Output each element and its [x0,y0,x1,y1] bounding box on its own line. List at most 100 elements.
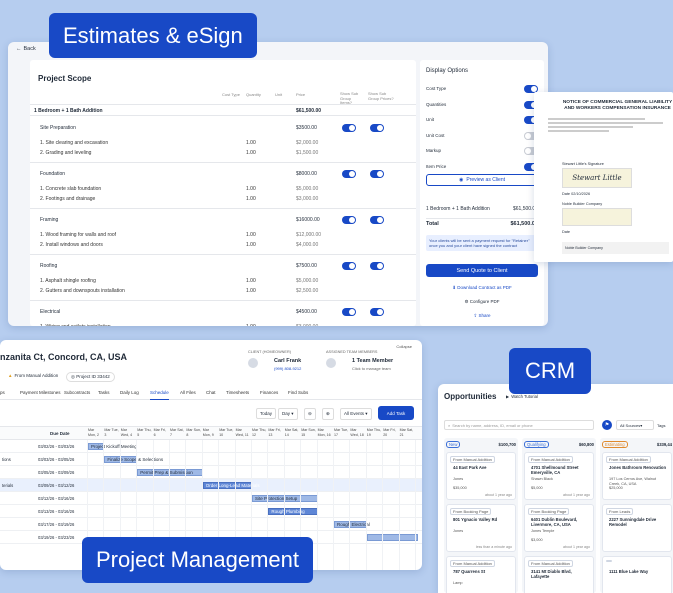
scope-item-row[interactable]: 2. Grading and leveling 1.00 $1,500.00 [30,150,416,159]
scope-group-row[interactable]: Electrical $4500.00 [30,306,416,318]
gantt-bar[interactable]: Project Kickoff Meeting [88,443,137,450]
document-title: NOTICE OF COMMERCIAL GENERAL LIABILITY A… [562,100,673,111]
events-select[interactable]: All Events ▾ [340,408,372,420]
gantt-row[interactable]: tions 03/03/26 - 03/05/26 Finalize Scope &… [0,453,422,466]
add-task-button[interactable]: Add Task [378,406,414,420]
preview-button[interactable]: ◉ Preview as Client [426,174,538,186]
tab-tasks[interactable]: Tasks [98,390,110,400]
show-prices-toggle[interactable] [370,170,384,178]
tab-subcontracts[interactable]: Subcontracts [64,390,90,400]
gantt-date-label: Mar Wed, 11 [235,428,249,437]
estimate-window: ← Back Project Scope Cost Type Quantity U… [8,42,548,326]
gantt-bar[interactable]: Order Long-Lead Materials [202,482,260,489]
display-options-title: Display Options [426,68,469,74]
opportunity-card[interactable]: From Manual Addition 3141 Mt Diablo Blvd,… [524,556,594,593]
item-name: 1. Site clearing and excavation [40,140,109,146]
gantt-bar[interactable] [366,534,418,541]
show-prices-toggle[interactable] [370,308,384,316]
share-link[interactable]: ⇪ Share [420,313,544,319]
opportunity-card[interactable]: From Manual Addition 787 Quarrens St Lamp [446,556,516,593]
watch-tutorial[interactable]: ▶ Watch Tutorial [506,394,538,399]
configure-pdf-link[interactable]: ⚙ Configure PDF [420,299,544,305]
top-group-row[interactable]: 1 Bedroom + 1 Bath Addition $61,500.00 [30,104,416,116]
gantt-bar[interactable]: Rough Plumbing [268,508,318,515]
tab-timesheets[interactable]: Timesheets [226,390,249,400]
send-quote-button[interactable]: Send Quote to Client [426,264,538,277]
day-select[interactable]: Day ▾ [278,408,298,420]
show-items-toggle[interactable] [342,124,356,132]
client-name: Carl Frank [274,358,302,364]
opportunity-card[interactable]: From Manual Addition 44 East Park Ave Jone… [446,452,516,500]
scope-group-row[interactable]: Site Preparation $3500.00 [30,122,416,134]
search-input[interactable]: ⌕ Search by name, address, ID, email or p… [444,420,594,430]
lead-age: less than a minute ago [475,545,512,549]
tab-all-files[interactable]: All Files [180,390,196,400]
show-prices-toggle[interactable] [370,262,384,270]
opportunity-card[interactable]: From Leads 2227 Sunningdale Drive Remodel [602,504,672,552]
lead-amount: $3,000 [531,538,543,542]
show-prices-toggle[interactable] [370,124,384,132]
opportunity-card[interactable]: From Booking Page 6401 Dublin Boulevard, … [524,504,594,552]
collapse-link[interactable]: Collapse [396,344,412,349]
back-button[interactable]: ← Back [16,46,36,52]
tab-schedule[interactable]: Schedule [150,390,169,400]
tab-find-subs[interactable]: Find Subs [288,390,308,400]
opportunity-card[interactable]: 1111 Blue Lake Way [602,556,672,593]
tab-chat[interactable]: Chat [206,390,216,400]
scope-item-row[interactable]: 1. Site clearing and excavation 1.00 $2,00… [30,140,416,149]
gantt-gridline [382,440,384,570]
gantt-bar[interactable]: Site Protection Setup [252,495,318,502]
scope-item-row[interactable]: 1. Wiring and outlets installation 1.00 $3… [30,324,416,326]
gantt-row[interactable]: 03/13/26 - 03/16/26 Rough Plumbing [0,505,422,518]
gantt-row[interactable]: 03/17/26 - 03/19/26 Rough Electrical [0,518,422,531]
scope-group-row[interactable]: Foundation $8000.00 [30,168,416,180]
item-qty: 1.00 [246,242,256,248]
opportunity-card[interactable]: From Manual Addition Jones Bathroom Renov… [602,452,672,500]
scope-item-row[interactable]: 1. Asphalt shingle roofing 1.00 $5,000.00 [30,278,416,287]
display-option-label: Unit Cost [426,132,445,138]
task-due-date: 03/09/26 - 03/12/26 [38,483,75,488]
item-price: $1,500.00 [296,150,319,156]
scope-item-row[interactable]: 1. Concrete slab foundation 1.00 $5,000.00 [30,186,416,195]
show-items-toggle[interactable] [342,308,356,316]
scope-group-row[interactable]: Framing $16000.00 [30,214,416,226]
tab-daily-log[interactable]: Daily Log [120,390,139,400]
gantt-date-label: Mar Mon, 9 [202,428,214,437]
filter-icon[interactable]: ⚑ [602,420,612,430]
tab-ps[interactable]: ps [0,390,5,400]
builder-signature-box[interactable] [562,208,632,226]
show-items-toggle[interactable] [342,216,356,224]
opportunity-card[interactable]: From Booking Page 801 Ygnacio Valley Rd Jo… [446,504,516,552]
show-items-toggle[interactable] [342,170,356,178]
tags-select[interactable]: Tags [657,420,673,430]
client-block[interactable]: CLIENT (HOMEOWNER) Carl Frank (999) 808-… [248,350,324,376]
gantt-row[interactable]: 03/12/26 - 03/16/26 Site Protection Setup [0,492,422,505]
scope-item-row[interactable]: 2. Footings and drainage 1.00 $3,000.00 [30,196,416,205]
today-button[interactable]: Today [256,408,277,419]
gantt-row[interactable]: 03/02/26 - 03/03/26 Project Kickoff Meeti… [0,440,422,453]
gantt-bar[interactable]: Rough Electrical [334,521,370,528]
download-pdf-link[interactable]: ⬇ Download Contract as PDF [420,285,544,291]
gantt-row[interactable]: terials 03/09/26 - 03/12/26 Order Long-Lea… [0,479,422,492]
team-block[interactable]: ASSIGNED TEAM MEMBERS 1 Team Member Clic… [326,350,416,376]
scope-item-row[interactable]: 2. Install windows and doors 1.00 $4,000.0… [30,242,416,251]
signature-box: Stewart Little [562,168,632,188]
builder-date: Date [562,230,571,234]
tab-finances[interactable]: Finances [260,390,278,400]
tab-payment-milestones[interactable]: Payment Milestones [20,390,61,400]
lead-source-tag: From Manual Addition [450,456,495,463]
gantt-date-label: Mar Sat, 7 [170,428,184,437]
gantt-row[interactable]: 03/05/26 - 03/09/26 Permit Prep & Submiss… [0,466,422,479]
show-prices-toggle[interactable] [370,216,384,224]
zoom-in-icon[interactable]: ⊕ [322,408,334,420]
all-sources-select[interactable]: All Sources ▾ [616,420,654,430]
scope-group-row[interactable]: Roofing $7500.00 [30,260,416,272]
show-items-toggle[interactable] [342,262,356,270]
opportunities-title: Opportunities [444,392,497,401]
zoom-out-icon[interactable]: ⊖ [304,408,316,420]
lead-address: 6401 Dublin Boulevard, Livermore, CA, US… [531,517,578,527]
scope-item-row[interactable]: 2. Gutters and downspouts installation 1.… [30,288,416,297]
crm-window: Opportunities ▶ Watch Tutorial ⌕ Search by… [438,384,673,593]
scope-item-row[interactable]: 1. Wood framing for walls and roof 1.00 $1… [30,232,416,241]
opportunity-card[interactable]: From Manual Addition 4701 Shellmound Stre… [524,452,594,500]
